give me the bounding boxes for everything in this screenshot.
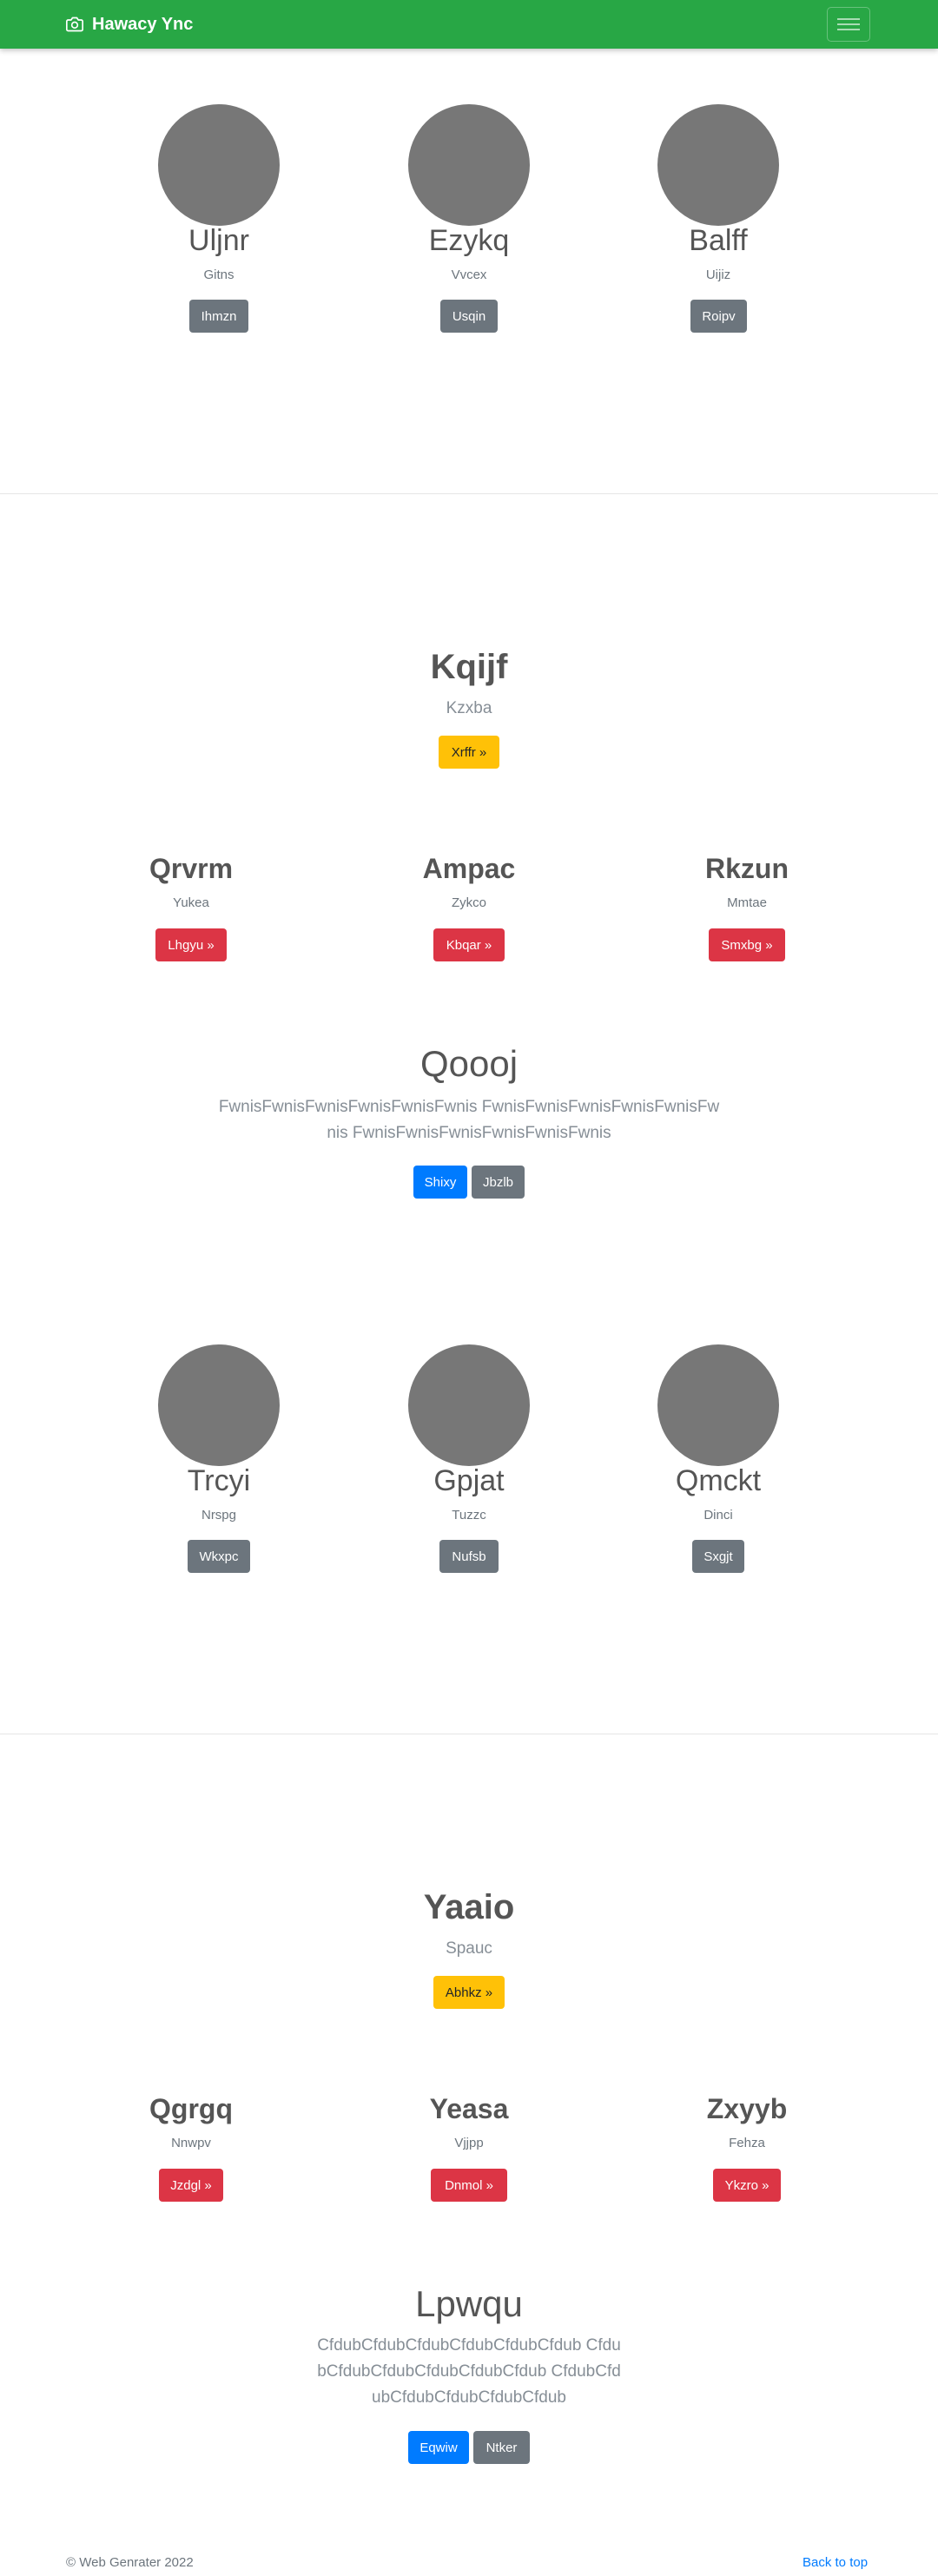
profile-button[interactable]: Usqin [440, 300, 498, 333]
avatar-placeholder [158, 1344, 280, 1466]
profile-button[interactable]: Sxgjt [692, 1540, 744, 1573]
avatar-placeholder [158, 104, 280, 226]
avatar-placeholder [408, 1344, 530, 1466]
hero-button[interactable]: Abhkz » [433, 1976, 505, 2009]
profile-subtitle: Dinci [704, 1508, 733, 1522]
lead-title: Lpwqu [415, 2283, 523, 2324]
profile-name: Uljnr [188, 224, 249, 257]
brand-title: Hawacy Ync [92, 14, 194, 34]
lead-primary-button[interactable]: Eqwiw [408, 2431, 469, 2464]
avatar-placeholder [657, 1344, 779, 1466]
feature-title: Qrvrm [149, 853, 234, 884]
feature-button[interactable]: Kbqar » [433, 928, 505, 961]
feature-subtitle: Mmtae [727, 895, 767, 910]
profile-button[interactable]: Nufsb [439, 1540, 499, 1573]
feature-title: Qgrgq [149, 2093, 233, 2124]
brand-link[interactable]: Hawacy Ync [66, 14, 193, 35]
profile-name: Balff [689, 224, 748, 257]
back-to-top-link[interactable]: Back to top [803, 2555, 868, 2570]
profile-subtitle: Nrspg [201, 1508, 236, 1522]
lead-secondary-button[interactable]: Ntker [473, 2431, 530, 2464]
feature-subtitle: Nnwpv [171, 2136, 211, 2150]
hero-title: Yaaio [423, 1888, 515, 1926]
feature-button[interactable]: Lhgyu » [155, 928, 227, 961]
feature-button[interactable]: Ykzro » [713, 2169, 781, 2202]
feature-button[interactable]: Jzdgl » [159, 2169, 223, 2202]
profile-button[interactable]: Roipv [690, 300, 747, 333]
avatar-placeholder [408, 104, 530, 226]
profile-subtitle: Gitns [203, 268, 234, 282]
profile-name: Qmckt [675, 1464, 762, 1497]
section-divider [0, 493, 938, 494]
profile-button[interactable]: Wkxpc [188, 1540, 250, 1573]
profile-subtitle: Vvcex [451, 268, 487, 282]
lead-title: Qoooj [419, 1043, 519, 1084]
hamburger-icon [837, 16, 860, 33]
profile-name: Ezykq [428, 224, 510, 257]
footer-copyright: © Web Genrater 2022 [66, 2555, 194, 2570]
hero-title: Kqijf [430, 648, 508, 686]
lead-primary-button[interactable]: Shixy [413, 1166, 467, 1199]
camera-icon [66, 16, 83, 33]
feature-subtitle: Fehza [729, 2136, 765, 2150]
lead-text: FwnisFwnisFwnisFwnisFwnisFwnis FwnisFwni… [218, 1098, 720, 1142]
profile-subtitle: Uijiz [705, 268, 731, 282]
feature-button[interactable]: Dnmol » [431, 2169, 507, 2202]
navbar-toggle-button[interactable] [827, 7, 870, 42]
feature-title: Ampac [422, 853, 516, 884]
profile-subtitle: Tuzzc [452, 1508, 486, 1522]
feature-subtitle: Yukea [173, 895, 209, 910]
hero-button[interactable]: Xrffr » [439, 736, 499, 769]
lead-text: CfdubCfdubCfdubCfdubCfdubCfdub CfdubCfdu… [317, 2336, 621, 2407]
feature-title: Rkzun [705, 853, 789, 884]
profile-name: Trcyi [187, 1464, 251, 1497]
navbar: Hawacy Ync [0, 0, 938, 49]
feature-subtitle: Zykco [451, 895, 486, 910]
hero-subtitle: Spauc [446, 1939, 492, 1958]
feature-subtitle: Vjjpp [454, 2136, 484, 2150]
profile-name: Gpjat [433, 1464, 505, 1497]
feature-button[interactable]: Smxbg » [709, 928, 785, 961]
avatar-placeholder [657, 104, 779, 226]
feature-title: Yeasa [429, 2093, 509, 2124]
profile-button[interactable]: Ihmzn [189, 300, 248, 333]
feature-title: Zxyyb [706, 2093, 788, 2124]
hero-subtitle: Kzxba [446, 699, 492, 717]
lead-secondary-button[interactable]: Jbzlb [472, 1166, 525, 1199]
